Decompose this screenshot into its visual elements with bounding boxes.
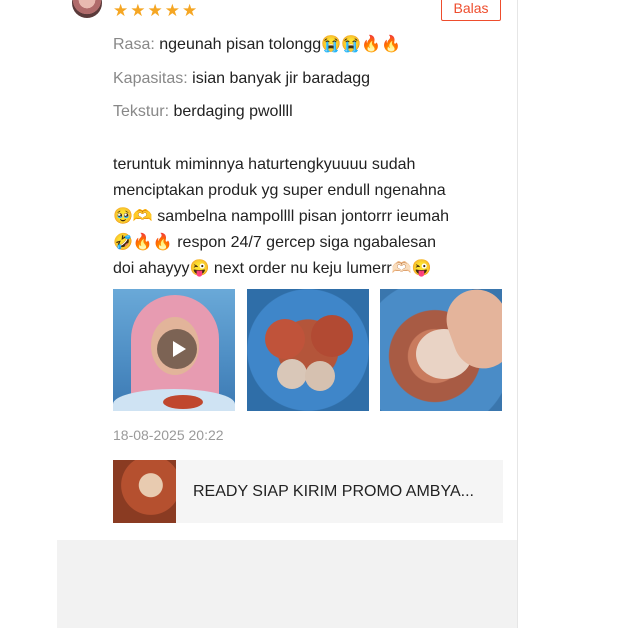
product-thumbnail	[113, 460, 176, 523]
attribute-key: Tekstur:	[113, 103, 174, 120]
divider	[517, 0, 518, 628]
photo-food	[305, 361, 335, 391]
attribute-rasa: Rasa: ngeunah pisan tolongg😭😭🔥🔥	[113, 34, 401, 56]
review-photo-thumbnail[interactable]	[247, 289, 369, 411]
review-text-line: doi ahayyy😜 next order nu keju lumerr🫶🏻😜	[113, 260, 432, 277]
photo-food	[265, 319, 305, 359]
attribute-kapasitas: Kapasitas: isian banyak jir baradagg	[113, 68, 370, 90]
attribute-value: berdaging pwollll	[173, 103, 293, 120]
product-link[interactable]: READY SIAP KIRIM PROMO AMBYA...	[113, 460, 503, 523]
attribute-value: isian banyak jir baradagg	[192, 70, 371, 87]
star-icon: ★	[113, 1, 129, 20]
photo-food	[277, 359, 307, 389]
photo-food	[311, 315, 353, 357]
star-icon: ★	[147, 1, 163, 20]
star-icon: ★	[182, 1, 198, 20]
attribute-tekstur: Tekstur: berdaging pwollll	[113, 101, 293, 123]
review-text: teruntuk miminnya haturtengkyuuuu sudah …	[113, 152, 503, 282]
review-date: 18-08-2025 20:22	[113, 427, 224, 443]
photo-food	[163, 395, 203, 409]
attribute-key: Kapasitas:	[113, 70, 193, 87]
review-photo-thumbnail[interactable]	[380, 289, 502, 411]
review-text-line: 🤣🔥🔥 respon 24/7 gercep siga ngabalesan	[113, 234, 437, 251]
page-background	[57, 540, 517, 628]
attribute-value: ngeunah pisan tolongg😭😭🔥🔥	[159, 36, 401, 53]
review-text-line: menciptakan produk yg super endull ngena…	[113, 182, 446, 199]
play-icon[interactable]	[157, 329, 197, 369]
review-text-line: teruntuk miminnya haturtengkyuuuu sudah	[113, 156, 416, 173]
attribute-key: Rasa:	[113, 36, 160, 53]
product-title: READY SIAP KIRIM PROMO AMBYA...	[193, 482, 474, 500]
review-video-thumbnail[interactable]	[113, 289, 235, 411]
star-icon: ★	[164, 1, 180, 20]
review-text-line: 🥹🫶 sambelna nampollll pisan jontorrr ieu…	[113, 208, 449, 225]
rating-stars: ★ ★ ★ ★ ★	[113, 1, 197, 21]
reply-button[interactable]: Balas	[441, 0, 501, 21]
star-icon: ★	[130, 1, 146, 20]
